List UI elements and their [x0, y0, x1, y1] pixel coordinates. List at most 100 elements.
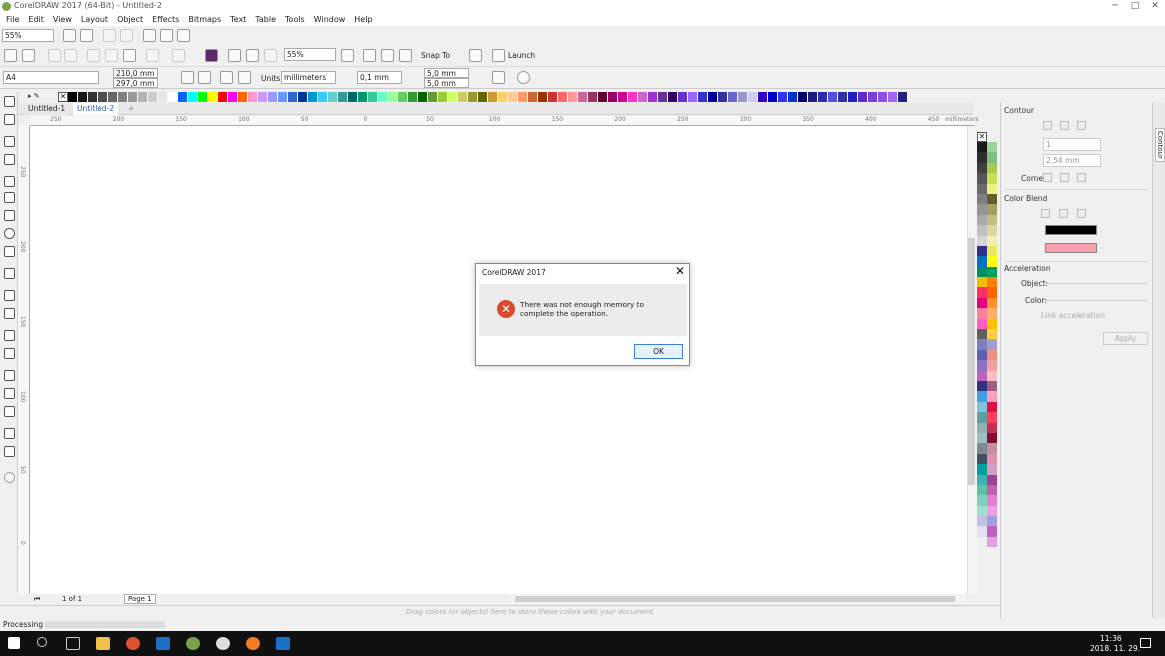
- coreldraw-icon[interactable]: [186, 637, 200, 650]
- palette-swatch[interactable]: [977, 245, 987, 257]
- zoom-main-select[interactable]: 55%: [284, 48, 336, 61]
- zoom-level-select[interactable]: 55%: [2, 29, 54, 42]
- palette-swatch[interactable]: [987, 214, 997, 226]
- palette-swatch[interactable]: [618, 92, 628, 102]
- palette-swatch[interactable]: [128, 92, 138, 102]
- palette-swatch[interactable]: [648, 92, 658, 102]
- palette-swatch[interactable]: [987, 536, 997, 548]
- palette-swatch[interactable]: [977, 443, 987, 454]
- snap-to-dropdown[interactable]: Snap To: [421, 51, 450, 60]
- palette-swatch[interactable]: [977, 484, 987, 496]
- palette-swatch[interactable]: [228, 92, 238, 102]
- artistic-media-tool-icon[interactable]: [4, 192, 15, 203]
- units-select[interactable]: millimeters: [281, 71, 336, 84]
- palette-swatch[interactable]: [188, 92, 198, 102]
- palette-swatch[interactable]: [468, 92, 478, 102]
- palette-swatch[interactable]: [987, 308, 997, 319]
- palette-swatch[interactable]: [987, 183, 997, 194]
- palette-swatch[interactable]: [798, 92, 808, 102]
- palette-menu-icon[interactable]: ▸ ✎: [28, 92, 40, 100]
- palette-swatch[interactable]: [987, 297, 997, 309]
- palette-swatch[interactable]: [708, 92, 718, 102]
- menu-view[interactable]: View: [53, 15, 72, 24]
- outline-color-swatch[interactable]: [1045, 225, 1097, 235]
- contour-inside-icon[interactable]: [1060, 121, 1069, 130]
- palette-swatch[interactable]: [977, 183, 987, 194]
- search-content-icon[interactable]: [205, 49, 218, 62]
- palette-swatch[interactable]: [98, 92, 108, 102]
- palette-swatch[interactable]: [748, 92, 758, 102]
- firefox-icon[interactable]: [246, 637, 260, 650]
- palette-swatch[interactable]: [848, 92, 858, 102]
- palette-swatch[interactable]: [158, 92, 168, 102]
- clockwise-blend-icon[interactable]: [1059, 209, 1068, 218]
- corner-round-icon[interactable]: [1060, 173, 1069, 182]
- palette-swatch[interactable]: [987, 464, 997, 475]
- contour-side-tab[interactable]: Contour: [1155, 128, 1165, 162]
- export-icon[interactable]: [246, 49, 259, 62]
- palette-swatch[interactable]: [977, 266, 987, 278]
- palette-swatch[interactable]: [568, 92, 578, 102]
- link-acceleration-checkbox[interactable]: Link acceleration: [1041, 311, 1105, 320]
- palette-swatch[interactable]: [977, 412, 987, 423]
- menu-help[interactable]: Help: [354, 15, 372, 24]
- palette-swatch[interactable]: [987, 401, 997, 413]
- palette-swatch[interactable]: [977, 495, 987, 506]
- zoom-tool-icon[interactable]: [4, 154, 15, 165]
- zoom-height-icon[interactable]: [177, 29, 190, 42]
- palette-swatch[interactable]: [288, 92, 298, 102]
- palette-swatch[interactable]: [977, 474, 987, 485]
- palette-swatch[interactable]: [448, 92, 458, 102]
- palette-swatch[interactable]: [628, 92, 638, 102]
- close-window-button[interactable]: ✕: [1145, 0, 1165, 13]
- menu-text[interactable]: Text: [230, 15, 246, 24]
- add-icon[interactable]: [517, 71, 530, 84]
- palette-swatch[interactable]: [987, 349, 997, 361]
- palette-swatch[interactable]: [528, 92, 538, 102]
- file-explorer-icon[interactable]: [96, 637, 110, 650]
- palette-swatch[interactable]: [88, 92, 98, 102]
- palette-swatch[interactable]: [987, 484, 997, 496]
- palette-swatch[interactable]: [298, 92, 308, 102]
- palette-swatch[interactable]: [868, 92, 878, 102]
- paste-icon[interactable]: [123, 49, 136, 62]
- palette-swatch[interactable]: [977, 225, 987, 236]
- undo-icon[interactable]: [146, 49, 159, 62]
- palette-swatch[interactable]: [987, 391, 997, 402]
- corner-miter-icon[interactable]: [1043, 173, 1052, 182]
- palette-swatch[interactable]: [987, 443, 997, 454]
- rectangle-tool-icon[interactable]: [4, 210, 15, 221]
- redo-icon[interactable]: [172, 49, 185, 62]
- fill-color-swatch[interactable]: [1045, 243, 1097, 253]
- menu-bitmaps[interactable]: Bitmaps: [188, 15, 221, 24]
- horizontal-scroll-thumb[interactable]: [515, 596, 955, 602]
- palette-swatch[interactable]: [977, 162, 987, 174]
- palette-swatch[interactable]: [428, 92, 438, 102]
- palette-swatch[interactable]: [987, 142, 997, 153]
- copy-icon[interactable]: [105, 49, 118, 62]
- palette-swatch[interactable]: [218, 92, 228, 102]
- palette-swatch[interactable]: [348, 92, 358, 102]
- palette-swatch[interactable]: [508, 92, 518, 102]
- horizontal-ruler[interactable]: 250 200 150 100 50 0 50 100 150 200 250 300 350 400 45…: [30, 116, 979, 126]
- palette-swatch[interactable]: [987, 318, 997, 330]
- save-icon[interactable]: [48, 49, 61, 62]
- clock-date[interactable]: 2018. 11. 29.: [1090, 644, 1140, 653]
- palette-swatch[interactable]: [788, 92, 798, 102]
- palette-swatch[interactable]: [987, 277, 997, 288]
- palette-swatch[interactable]: [278, 92, 288, 102]
- palette-swatch[interactable]: [987, 516, 997, 527]
- palette-swatch[interactable]: [987, 453, 997, 465]
- launch-icon[interactable]: [492, 49, 505, 62]
- interactive-fill-tool-icon[interactable]: [4, 388, 15, 399]
- palette-swatch[interactable]: [328, 92, 338, 102]
- import-icon[interactable]: [228, 49, 241, 62]
- crop-tool-icon[interactable]: [4, 136, 15, 147]
- palette-swatch[interactable]: [977, 235, 987, 246]
- palette-swatch[interactable]: [498, 92, 508, 102]
- search-icon[interactable]: [37, 637, 47, 647]
- palette-swatch[interactable]: [977, 464, 987, 475]
- object-acceleration-slider[interactable]: [1043, 283, 1148, 284]
- notifications-icon[interactable]: [1140, 638, 1151, 648]
- palette-swatch[interactable]: [248, 92, 258, 102]
